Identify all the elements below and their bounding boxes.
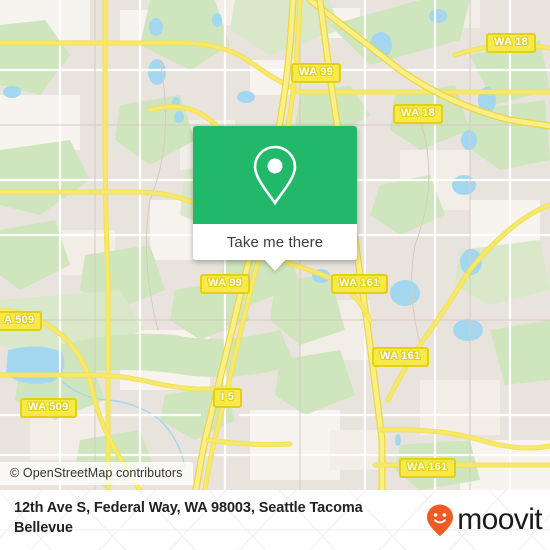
location-address: 12th Ave S, Federal Way, WA 98003, Seatt… (14, 500, 363, 536)
road-shield: A 509 (0, 311, 43, 331)
moovit-wordmark: moovit (457, 503, 542, 536)
road-shield: WA 99 (291, 63, 342, 83)
road-shield: WA 161 (399, 458, 456, 478)
road-shield: WA 18 (486, 33, 537, 53)
osm-attribution[interactable]: © OpenStreetMap contributors (0, 462, 193, 485)
road-shield: WA 509 (20, 398, 77, 418)
road-shield: WA 99 (200, 274, 251, 294)
road-shield: WA 161 (331, 274, 388, 294)
popup-action[interactable]: Take me there (193, 224, 357, 260)
road-shield: I 5 (213, 388, 243, 408)
map-canvas[interactable]: .park{fill:#cfe5bd} .park2{fill:#d9e8c9}… (0, 0, 550, 490)
popup-header (193, 126, 357, 224)
moovit-brand[interactable]: moovit (425, 503, 543, 537)
popup-action-label: Take me there (226, 233, 324, 251)
road-shield: WA 161 (372, 347, 429, 367)
popup-pointer (264, 259, 286, 271)
destination-popup-card[interactable]: Take me there (193, 126, 357, 271)
moovit-smiley-pin-icon (427, 504, 454, 536)
footer-bar: 12th Ave S, Federal Way, WA 98003, Seatt… (0, 490, 550, 550)
map-pin-icon (253, 145, 297, 206)
road-shield: WA 18 (393, 104, 444, 124)
map-screenshot: .park{fill:#cfe5bd} .park2{fill:#d9e8c9}… (0, 0, 550, 550)
